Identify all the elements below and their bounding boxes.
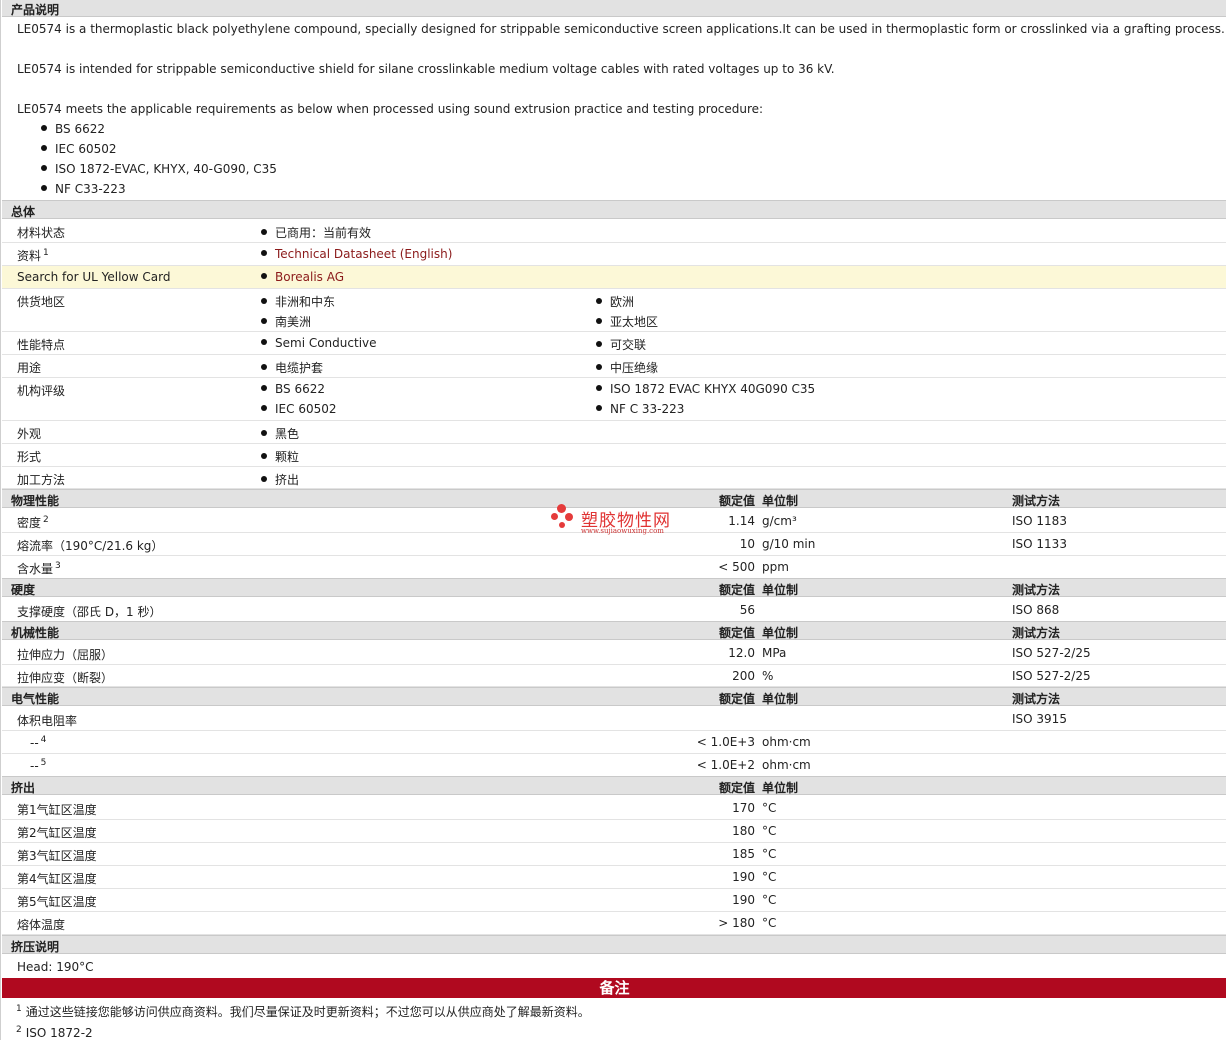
bullet-icon	[41, 145, 47, 151]
section-header-hardness: 硬度 额定值 单位制 测试方法	[2, 578, 1226, 597]
logo-dot-icon	[559, 522, 565, 528]
section-header-mechanical: 机械性能 额定值 单位制 测试方法	[2, 621, 1226, 640]
property-row-volume-resistivity: 体积电阻率 ISO 3915	[2, 708, 1226, 731]
section-header-extrusion-notes: 挤压说明	[2, 935, 1226, 954]
bullet-icon	[596, 341, 602, 347]
technical-datasheet-link[interactable]: Technical Datasheet (English)	[275, 247, 452, 261]
extrusion-row: 第2气缸区温度 180 °C	[2, 820, 1226, 843]
section-header-extrusion: 挤出 额定值 单位制	[2, 776, 1226, 795]
description-paragraph: LE0574 is a thermoplastic black polyethy…	[17, 22, 1225, 36]
bullet-icon	[261, 453, 267, 459]
standard-item: BS 6622	[41, 122, 105, 136]
property-row-resistivity-sub: -- 5 < 1.0E+2 ohm·cm	[2, 754, 1226, 777]
bullet-icon	[41, 185, 47, 191]
logo-dot-icon	[557, 504, 566, 513]
bullet-icon	[596, 385, 602, 391]
bullet-icon	[41, 125, 47, 131]
bullet-icon	[261, 385, 267, 391]
section-header-electrical: 电气性能 额定值 单位制 测试方法	[2, 687, 1226, 706]
section-header-description: 产品说明	[2, 0, 1226, 17]
property-row-shore-hardness: 支撑硬度（邵氏 D，1 秒） 56 ISO 868	[2, 599, 1226, 622]
notes-banner: 备注	[2, 978, 1226, 998]
bullet-icon	[261, 273, 267, 279]
extrusion-row: 熔体温度 > 180 °C	[2, 912, 1226, 935]
bullet-icon	[596, 318, 602, 324]
bullet-icon	[596, 405, 602, 411]
datasheet-page: 产品说明 LE0574 is a thermoplastic black pol…	[0, 0, 1226, 1040]
bullet-icon	[261, 318, 267, 324]
property-row-tensile-stress: 拉伸应力（屈服） 12.0 MPa ISO 527-2/25	[2, 642, 1226, 665]
bullet-icon	[261, 405, 267, 411]
bullet-icon	[261, 250, 267, 256]
footnote: 2 ISO 1872-2	[16, 1025, 93, 1040]
standard-item: ISO 1872-EVAC, KHYX, 40-G090, C35	[41, 162, 277, 176]
general-row-features: 性能特点 Semi Conductive 可交联	[2, 332, 1226, 355]
general-row-ul-card: Search for UL Yellow Card Borealis AG	[2, 266, 1226, 289]
section-title: 产品说明	[11, 3, 60, 17]
general-row-status: 材料状态 已商用：当前有效	[2, 220, 1226, 243]
watermark-logo: 塑胶物性网 www.sujiaowuxing.com	[549, 503, 689, 539]
bullet-icon	[261, 298, 267, 304]
footnote: 1 通过这些链接您能够访问供应商资料。我们尽量保证及时更新资料；不过您可以从供应商…	[16, 1004, 590, 1019]
section-header-general: 总体	[2, 200, 1226, 219]
bullet-icon	[261, 476, 267, 482]
general-row-docs: 资料 1 Technical Datasheet (English)	[2, 243, 1226, 266]
general-row-appearance: 外观 黑色	[2, 421, 1226, 444]
extrusion-row: 第5气缸区温度 190 °C	[2, 889, 1226, 912]
extrusion-row: 第3气缸区温度 185 °C	[2, 843, 1226, 866]
standard-item: IEC 60502	[41, 142, 117, 156]
general-row-process: 加工方法 挤出	[2, 467, 1226, 489]
extrusion-row: 第1气缸区温度 170 °C	[2, 797, 1226, 820]
logo-dot-icon	[565, 513, 573, 521]
bullet-icon	[596, 298, 602, 304]
bullet-icon	[261, 229, 267, 235]
borealis-link[interactable]: Borealis AG	[275, 270, 344, 284]
property-row-resistivity-sub: -- 4 < 1.0E+3 ohm·cm	[2, 731, 1226, 754]
section-title: 总体	[11, 205, 36, 219]
extrusion-note-row: Head: 190°C	[17, 960, 94, 974]
standard-item: NF C33-223	[41, 182, 126, 196]
general-row-form: 形式 颗粒	[2, 444, 1226, 467]
general-row-regions: 供货地区 非洲和中东 欧洲 南美洲 亚太地区	[2, 289, 1226, 332]
bullet-icon	[596, 364, 602, 370]
watermark-url: www.sujiaowuxing.com	[581, 527, 664, 535]
bullet-icon	[261, 364, 267, 370]
property-row-tensile-strain: 拉伸应变（断裂） 200 % ISO 527-2/25	[2, 665, 1226, 687]
description-paragraph: LE0574 is intended for strippable semico…	[17, 62, 835, 76]
general-row-agency: 机构评级 BS 6622 ISO 1872 EVAC KHYX 40G090 C…	[2, 378, 1226, 421]
logo-dot-icon	[551, 513, 558, 520]
general-row-uses: 用途 电缆护套 中压绝缘	[2, 355, 1226, 378]
description-paragraph: LE0574 meets the applicable requirements…	[17, 102, 764, 116]
bullet-icon	[261, 339, 267, 345]
extrusion-row: 第4气缸区温度 190 °C	[2, 866, 1226, 889]
bullet-icon	[41, 165, 47, 171]
bullet-icon	[261, 430, 267, 436]
property-row-moisture: 含水量 3 < 500 ppm	[2, 556, 1226, 579]
